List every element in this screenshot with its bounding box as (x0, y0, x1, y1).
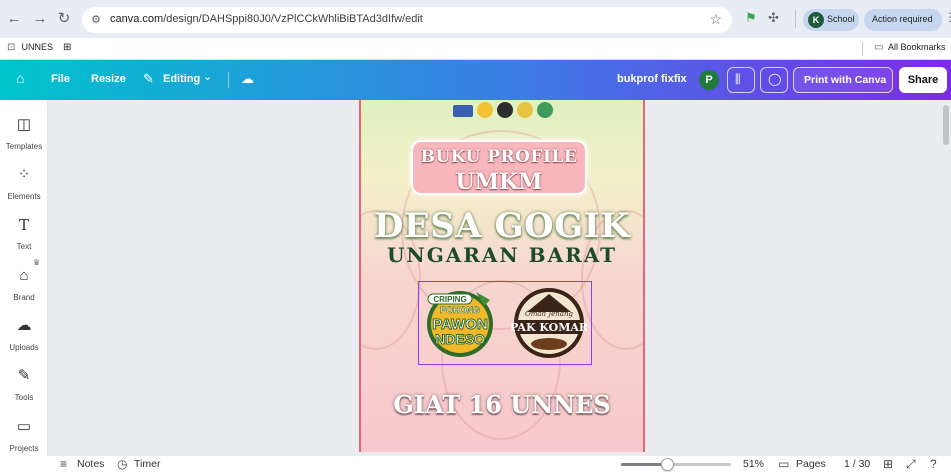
bar-chart-icon: ⫼ (735, 72, 741, 86)
apps-grid-icon[interactable]: ⊞ (63, 42, 71, 53)
pencil-icon: ✎ (143, 71, 154, 86)
all-bookmarks[interactable]: ▭ All Bookmarks (874, 42, 946, 53)
brand-icon: ⌂ (19, 267, 29, 284)
svg-text:PAK KOMAR: PAK KOMAR (511, 321, 587, 334)
action-required-label: Action required (872, 14, 933, 24)
pawon-ndeso-logo[interactable]: CRIPING POHONG PAWON NDESO (424, 286, 496, 360)
projects-icon: ▭ (16, 418, 32, 435)
design-name[interactable]: bukprof fixfix (617, 73, 687, 85)
selected-group[interactable]: CRIPING POHONG PAWON NDESO Omah Jenang P… (418, 281, 592, 365)
svg-text:NDESO: NDESO (435, 331, 485, 347)
timer-icon[interactable]: ◷ (117, 457, 127, 471)
svg-text:Omah Jenang: Omah Jenang (525, 310, 573, 318)
help-icon[interactable]: ? (930, 457, 937, 471)
uploads-icon: ☁ (16, 317, 32, 334)
bookmark-folder-unnes[interactable]: ⊡ UNNES (7, 42, 53, 53)
site-info-icon[interactable]: ⚙ (89, 13, 103, 27)
pak-komar-logo[interactable]: Omah Jenang PAK KOMAR (511, 286, 587, 360)
zoom-slider-thumb[interactable] (661, 458, 674, 471)
notes-icon[interactable]: ≡ (60, 457, 67, 471)
sidebar-item-text[interactable]: T Text (0, 216, 48, 251)
editing-mode-button[interactable]: Editing (163, 73, 200, 85)
text-icon: T (18, 216, 29, 234)
home-icon[interactable]: ⌂ (16, 70, 24, 86)
templates-icon: ◫ (16, 116, 32, 133)
village-name[interactable]: DESA GOGIK (361, 206, 643, 246)
page-count: 1 / 30 (844, 458, 871, 470)
profile-chip[interactable]: K School (803, 9, 859, 31)
zoom-level[interactable]: 51% (743, 458, 764, 470)
logo-icon (537, 102, 553, 118)
bookmark-label: UNNES (21, 42, 54, 52)
back-arrow-icon[interactable]: ← (4, 9, 24, 29)
elements-icon: ⁘ (17, 166, 31, 183)
tools-icon: ✎ (17, 367, 31, 384)
header-divider (228, 72, 229, 88)
timer-button[interactable]: Timer (134, 458, 160, 470)
sidebar-item-brand[interactable]: ⌂ Brand (0, 267, 48, 302)
sidebar-item-elements[interactable]: ⁘ Elements (0, 166, 48, 201)
url-text[interactable]: canva.com/design/DAHSppi80J0/VzPlCCkWhli… (110, 13, 423, 25)
logo-icon (477, 102, 493, 118)
notes-button[interactable]: Notes (77, 458, 104, 470)
crown-icon: ♛ (33, 258, 41, 267)
vertical-scrollbar[interactable] (943, 105, 949, 145)
pages-icon[interactable]: ▭ (778, 457, 789, 471)
chevron-down-icon[interactable]: ⌄ (203, 70, 212, 83)
print-with-canva-button[interactable]: Print with Canva (793, 67, 893, 93)
cloud-saved-icon[interactable]: ☁ (241, 71, 254, 87)
action-required-chip[interactable]: Action required (864, 9, 942, 31)
user-avatar[interactable]: P (699, 70, 719, 90)
design-page[interactable]: BUKU PROFILE UMKM DESA GOGIK UNGARAN BAR… (359, 100, 645, 452)
sidebar-item-uploads[interactable]: ☁ Uploads (0, 317, 48, 352)
zoom-slider[interactable] (621, 458, 731, 471)
logo-icon (453, 105, 473, 117)
insights-button[interactable]: ⫼ (727, 67, 755, 93)
bookmarks-bar: ⊡ UNNES ⊞ ▭ All Bookmarks (0, 38, 951, 60)
resize-button[interactable]: Resize (91, 73, 126, 85)
sidebar-item-tools[interactable]: ✎ Tools (0, 367, 48, 402)
pages-button[interactable]: Pages (796, 458, 826, 470)
browser-toolbar: ← → ↻ ⚙ canva.com/design/DAHSppi80J0/VzP… (0, 0, 951, 38)
sponsor-logos (453, 102, 553, 120)
comment-icon: ◯ (768, 72, 782, 86)
address-bar[interactable]: ⚙ canva.com/design/DAHSppi80J0/VzPlCCkWh… (82, 7, 732, 33)
left-sidebar: ◫ Templates ⁘ Elements T Text ♛ ⌂ Brand … (0, 100, 48, 456)
reload-icon[interactable]: ↻ (54, 9, 74, 29)
footer-text[interactable]: GIAT 16 UNNES (361, 390, 643, 419)
district-name[interactable]: UNGARAN BARAT (361, 243, 643, 267)
fullscreen-icon[interactable]: ⤢ (906, 457, 916, 472)
all-bookmarks-label: All Bookmarks (888, 42, 946, 52)
forward-arrow-icon[interactable]: → (30, 9, 50, 29)
bookmarks-divider (862, 42, 863, 56)
bottom-bar: ≡ Notes ◷ Timer 51% ▭ Pages 1 / 30 ⊞ ⤢ ? (0, 456, 951, 472)
more-icon[interactable]: ⋮ (944, 10, 951, 24)
print-label: Print with Canva (804, 74, 887, 86)
svg-text:CRIPING: CRIPING (433, 295, 466, 304)
logo-icon (517, 102, 533, 118)
canva-header: ⌂ File Resize ✎ Editing ⌄ ☁ bukprof fixf… (0, 60, 951, 100)
folder-icon: ⊡ (7, 42, 16, 53)
star-icon[interactable]: ☆ (709, 11, 722, 28)
sidebar-item-projects[interactable]: ▭ Projects (0, 418, 48, 453)
grid-view-icon[interactable]: ⊞ (883, 457, 893, 471)
title-line-2[interactable]: UMKM (413, 169, 585, 195)
extension-icon[interactable]: ⚑ (745, 10, 757, 26)
title-line-1[interactable]: BUKU PROFILE (413, 147, 585, 167)
profile-avatar: K (808, 12, 824, 28)
puzzle-icon[interactable]: ✣ (768, 10, 779, 26)
folder-icon: ▭ (874, 42, 884, 53)
title-banner[interactable]: BUKU PROFILE UMKM (411, 140, 587, 195)
share-button[interactable]: Share (899, 67, 947, 93)
sidebar-item-templates[interactable]: ◫ Templates (0, 116, 48, 151)
svg-text:POHONG: POHONG (440, 305, 480, 315)
logo-icon (497, 102, 513, 118)
comments-button[interactable]: ◯ (760, 67, 788, 93)
profile-label: School (827, 14, 855, 24)
file-menu[interactable]: File (51, 73, 70, 85)
toolbar-divider (795, 10, 796, 28)
